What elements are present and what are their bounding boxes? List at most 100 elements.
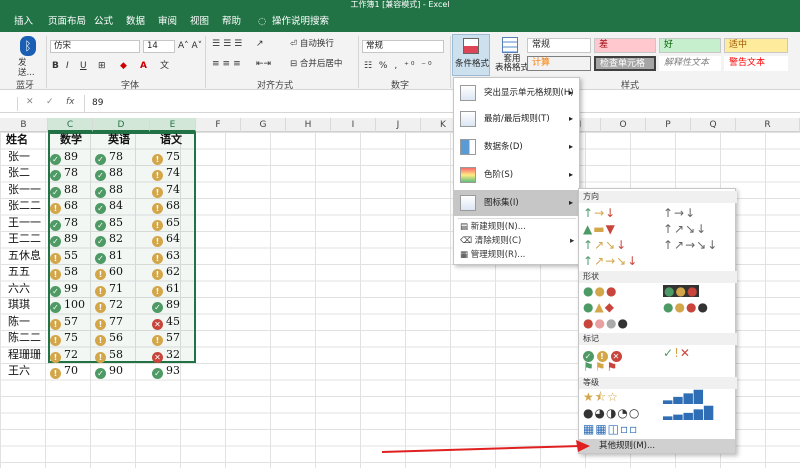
english-cell[interactable]: ✓ 78	[95, 149, 123, 166]
icon-set-3-triangles[interactable]: ▲▬▼	[583, 223, 616, 235]
style-explanatory[interactable]: 解释性文本	[659, 56, 721, 71]
style-normal[interactable]: 常规	[527, 38, 591, 53]
name-cell[interactable]: 五五	[8, 264, 30, 281]
conditional-format-button[interactable]: 条件格式	[452, 34, 490, 76]
header-chinese[interactable]: 语文	[160, 132, 182, 149]
icon-set-3-flags[interactable]: ⚑⚑⚑	[583, 361, 618, 373]
name-cell[interactable]: 张二	[8, 165, 30, 182]
col-header-j[interactable]: J	[376, 118, 421, 132]
chinese-cell[interactable]: ! 65	[152, 215, 180, 232]
bold-button[interactable]: B	[52, 60, 59, 72]
english-cell[interactable]: ✓ 88	[95, 165, 123, 182]
manage-rules-item[interactable]: ▦ 管理规则(R)...	[460, 249, 525, 261]
english-cell[interactable]: ! 72	[95, 297, 123, 314]
english-cell[interactable]: ! 58	[95, 347, 123, 364]
math-cell[interactable]: ! 58	[50, 264, 78, 281]
icon-set-4-traffic-lights[interactable]: ●●●●	[663, 301, 709, 313]
enter-icon[interactable]: ✓	[46, 97, 54, 107]
phonetic-icon[interactable]: 文	[160, 60, 169, 72]
menu-formulas[interactable]: 公式	[94, 12, 113, 32]
english-cell[interactable]: ✓ 82	[95, 231, 123, 248]
col-header-f[interactable]: F	[196, 118, 241, 132]
col-header-r[interactable]: R	[736, 118, 800, 132]
col-header-e[interactable]: E	[150, 118, 196, 132]
icon-set-4-signal-bars[interactable]: ▂▄▆█	[663, 391, 704, 403]
menu-data-bars[interactable]: 数据条(D) ▸	[454, 134, 579, 160]
chinese-cell[interactable]: ! 75	[152, 149, 180, 166]
name-cell[interactable]: 陈一	[8, 314, 30, 331]
chinese-cell[interactable]: ! 74	[152, 165, 180, 182]
grow-shrink-font-icon[interactable]: A˄ A˅	[178, 40, 202, 52]
icon-set-3-symbols[interactable]: ✓!✕	[663, 347, 691, 359]
chinese-cell[interactable]: ! 64	[152, 231, 180, 248]
menu-view[interactable]: 视图	[190, 12, 209, 32]
name-cell[interactable]: 琪琪	[8, 297, 30, 314]
math-cell[interactable]: ✓ 99	[50, 281, 78, 298]
menu-data[interactable]: 数据	[126, 12, 145, 32]
menu-top-bottom-rules[interactable]: 最前/最后规则(T) ▸	[454, 106, 579, 132]
math-cell[interactable]: ! 68	[50, 198, 78, 215]
underline-button[interactable]: U	[80, 60, 87, 72]
chinese-cell[interactable]: ! 62	[152, 264, 180, 281]
icon-set-4-arrows[interactable]: ↑↗↘↓	[583, 239, 627, 251]
border-icon[interactable]: ⊞	[98, 60, 106, 72]
icon-set-3-arrows-gray[interactable]: ↑→↓	[663, 207, 696, 219]
english-cell[interactable]: ! 60	[95, 264, 123, 281]
icon-set-3-traffic-lights[interactable]: ●●●	[583, 285, 617, 297]
name-box[interactable]	[0, 97, 18, 111]
italic-button[interactable]: I	[66, 60, 69, 72]
tell-me-search[interactable]: 操作说明搜索	[272, 12, 329, 32]
icon-set-3-traffic-lights-rimmed[interactable]: ●●●	[663, 285, 700, 297]
chinese-cell[interactable]: ! 61	[152, 281, 180, 298]
col-header-i[interactable]: I	[331, 118, 376, 132]
math-cell[interactable]: ! 72	[50, 347, 78, 364]
font-name-select[interactable]: 仿宋	[50, 40, 140, 53]
clear-rules-item[interactable]: ⌫ 清除规则(C) ▸	[460, 235, 574, 247]
bluetooth-send-button[interactable]: 发送...	[18, 58, 38, 78]
english-cell[interactable]: ! 77	[95, 314, 123, 331]
icon-set-5-quarters[interactable]: ●◕◑◔○	[583, 407, 640, 419]
number-format-icons[interactable]: ☷ % , ⁺⁰ ⁻⁰	[364, 60, 434, 72]
name-cell[interactable]: 五休息	[8, 248, 41, 265]
orientation-icon[interactable]: ↗	[256, 38, 264, 50]
icon-set-4-arrows-gray[interactable]: ↑↗↘↓	[663, 223, 707, 235]
header-name[interactable]: 姓名	[6, 132, 28, 149]
math-cell[interactable]: ✓ 88	[50, 182, 78, 199]
chinese-cell[interactable]: ✕ 45	[152, 314, 180, 331]
name-cell[interactable]: 程珊珊	[8, 347, 41, 364]
math-cell[interactable]: ! 55	[50, 248, 78, 265]
style-bad[interactable]: 差	[594, 38, 656, 53]
menu-insert[interactable]: 插入	[14, 12, 33, 32]
indent-icon[interactable]: ⇤⇥	[256, 58, 271, 70]
math-cell[interactable]: ✓ 89	[50, 231, 78, 248]
icon-set-5-boxes[interactable]: ▦▦◫▫▫	[583, 423, 638, 435]
align-left-icons[interactable]: ≡≡≡	[212, 58, 244, 70]
math-cell[interactable]: ! 70	[50, 363, 78, 380]
number-format-select[interactable]: 常规	[362, 40, 444, 53]
name-cell[interactable]: 张一	[8, 149, 30, 166]
english-cell[interactable]: ✓ 85	[95, 215, 123, 232]
icon-set-5-arrows[interactable]: ↑↗→↘↓	[583, 255, 638, 267]
chinese-cell[interactable]: ! 63	[152, 248, 180, 265]
col-header-d[interactable]: D	[93, 118, 150, 132]
math-cell[interactable]: ✓ 100	[50, 297, 85, 314]
format-as-table-button[interactable]: 套用 表格格式	[492, 34, 529, 76]
icon-set-3-arrows[interactable]: ↑→↓	[583, 207, 616, 219]
name-cell[interactable]: 张一一	[8, 182, 41, 199]
name-cell[interactable]: 王二二	[8, 231, 41, 248]
menu-review[interactable]: 审阅	[158, 12, 177, 32]
fill-color-icon[interactable]: ◆	[120, 60, 127, 72]
merge-center-button[interactable]: ⊟ 合并后居中	[290, 58, 342, 70]
chinese-cell[interactable]: ! 74	[152, 182, 180, 199]
formula-input[interactable]: 89	[92, 98, 103, 108]
col-header-h[interactable]: H	[286, 118, 331, 132]
style-good[interactable]: 好	[659, 38, 721, 53]
style-neutral[interactable]: 适中	[724, 38, 788, 53]
english-cell[interactable]: ✓ 81	[95, 248, 123, 265]
math-cell[interactable]: ✓ 78	[50, 165, 78, 182]
icon-set-3-signs[interactable]: ●▲◆	[583, 301, 615, 313]
header-english[interactable]: 英语	[108, 132, 130, 149]
icon-set-red-to-black[interactable]: ●●●●	[583, 317, 629, 329]
menu-highlight-rules[interactable]: 突出显示单元格规则(H) ▸	[454, 80, 579, 106]
align-top-icons[interactable]: ☰☰☰	[212, 38, 245, 50]
